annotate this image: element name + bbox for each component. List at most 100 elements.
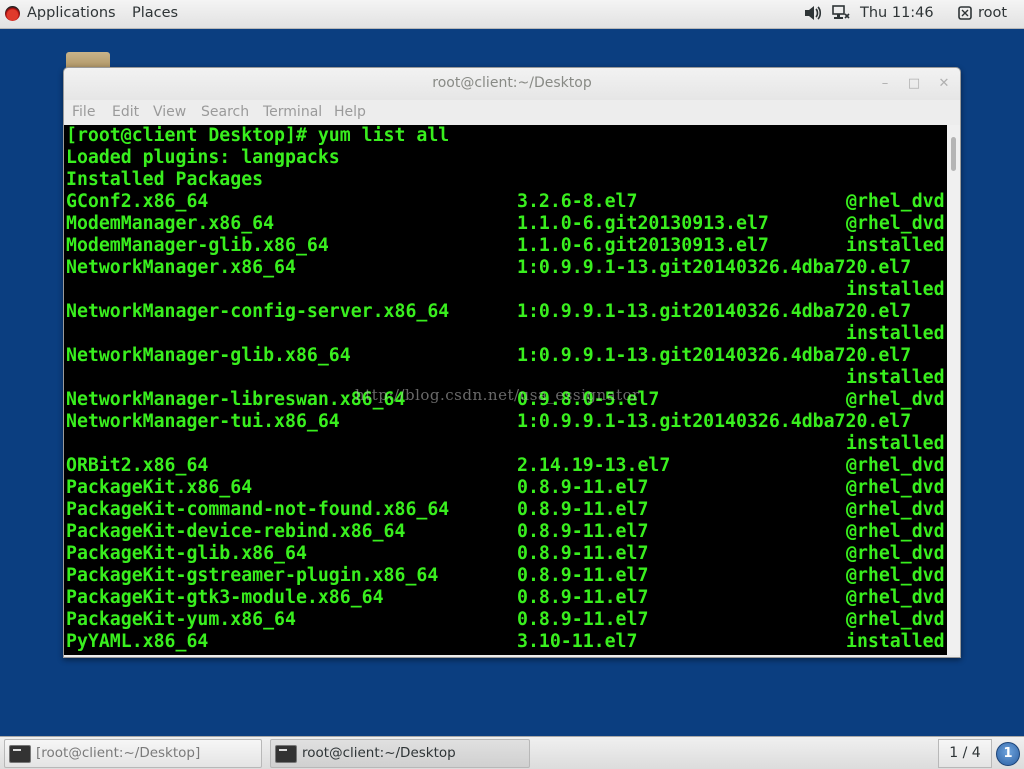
red-hat-logo-icon[interactable] bbox=[5, 6, 20, 21]
package-name: PackageKit.x86_64 bbox=[66, 477, 253, 498]
package-row: ModemManager-glib.x86_64 1.1.0-6.git20130… bbox=[64, 235, 947, 257]
package-repo: installed bbox=[846, 279, 945, 300]
package-row: ModemManager.x86_64 1.1.0-6.git20130913.e… bbox=[64, 213, 947, 235]
package-repo: installed bbox=[846, 433, 945, 454]
package-repo: installed bbox=[846, 235, 945, 256]
package-version: 3.2.6-8.el7 bbox=[517, 191, 638, 212]
package-version: 2.14.19-13.el7 bbox=[517, 455, 671, 476]
menu-search[interactable]: Search bbox=[201, 104, 249, 120]
package-name: ORBit2.x86_64 bbox=[66, 455, 209, 476]
package-name: PackageKit-gstreamer-plugin.x86_64 bbox=[66, 565, 439, 586]
package-repo: @rhel_dvd bbox=[846, 191, 945, 212]
package-row: PyYAML.x86_64 3.10-11.el7 installed bbox=[64, 631, 947, 653]
package-repo: installed bbox=[846, 367, 945, 388]
package-name: GConf2.x86_64 bbox=[66, 191, 209, 212]
output-text: Installed Packages bbox=[66, 169, 264, 190]
minimize-button[interactable]: – bbox=[877, 76, 893, 92]
package-name: NetworkManager-tui.x86_64 bbox=[66, 411, 340, 432]
network-icon[interactable] bbox=[832, 5, 850, 21]
package-repo: @rhel_dvd bbox=[846, 609, 945, 630]
package-row: PackageKit.x86_64 0.8.9-11.el7 @rhel_dvd bbox=[64, 477, 947, 499]
package-name: PackageKit-yum.x86_64 bbox=[66, 609, 296, 630]
scrollbar[interactable] bbox=[947, 125, 960, 655]
package-row: PackageKit-command-not-found.x86_64 0.8.9… bbox=[64, 499, 947, 521]
package-name: NetworkManager-config-server.x86_64 bbox=[66, 301, 450, 322]
close-button[interactable]: ✕ bbox=[936, 76, 952, 92]
menu-bar: File Edit View Search Terminal Help bbox=[64, 100, 960, 125]
package-version: 3.10-11.el7 bbox=[517, 631, 638, 652]
applications-menu[interactable]: Applications bbox=[27, 5, 116, 21]
package-row: PackageKit-glib.x86_64 0.8.9-11.el7 @rhel_… bbox=[64, 543, 947, 565]
package-row: PackageKit-gstreamer-plugin.x86_64 0.8.9-… bbox=[64, 565, 947, 587]
package-row: installed bbox=[64, 433, 947, 455]
watermark: http://blog.csdn.net/usa_essignator bbox=[355, 386, 640, 404]
top-panel: Applications Places Thu 11:46 root bbox=[0, 0, 1024, 29]
scrollbar-thumb[interactable] bbox=[951, 137, 956, 171]
package-row: GConf2.x86_64 3.2.6-8.el7 @rhel_dvd bbox=[64, 191, 947, 213]
package-version: 0.8.9-11.el7 bbox=[517, 609, 649, 630]
package-repo: @rhel_dvd bbox=[846, 543, 945, 564]
title-bar[interactable]: root@client:~/Desktop – □ ✕ bbox=[64, 68, 960, 100]
package-name: PackageKit-glib.x86_64 bbox=[66, 543, 307, 564]
user-menu[interactable]: root bbox=[978, 5, 1007, 21]
package-row: installed bbox=[64, 323, 947, 345]
package-repo: @rhel_dvd bbox=[846, 213, 945, 234]
workspace-switcher[interactable]: 1 / 4 bbox=[938, 739, 992, 768]
package-version: 0.8.9-11.el7 bbox=[517, 565, 649, 586]
taskbar-window-button-active[interactable]: root@client:~/Desktop bbox=[270, 739, 530, 768]
menu-file[interactable]: File bbox=[72, 104, 95, 120]
package-row: NetworkManager-config-server.x86_64 1:0.9… bbox=[64, 301, 947, 323]
package-version: 1.1.0-6.git20130913.el7 bbox=[517, 213, 769, 234]
package-row: NetworkManager-tui.x86_64 1:0.9.9.1-13.gi… bbox=[64, 411, 947, 433]
places-menu[interactable]: Places bbox=[132, 5, 178, 21]
terminal-icon bbox=[9, 745, 31, 763]
package-row: PackageKit-gtk3-module.x86_64 0.8.9-11.el… bbox=[64, 587, 947, 609]
menu-terminal[interactable]: Terminal bbox=[263, 104, 322, 120]
package-version: 1:0.9.9.1-13.git20140326.4dba720.el7 bbox=[517, 411, 912, 432]
package-version: 1:0.9.9.1-13.git20140326.4dba720.el7 bbox=[517, 345, 912, 366]
maximize-button[interactable]: □ bbox=[906, 76, 922, 92]
package-name: NetworkManager-glib.x86_64 bbox=[66, 345, 351, 366]
package-version: 0.8.9-11.el7 bbox=[517, 499, 649, 520]
package-version: 1:0.9.9.1-13.git20140326.4dba720.el7 bbox=[517, 257, 912, 278]
package-row: NetworkManager.x86_64 1:0.9.9.1-13.git201… bbox=[64, 257, 947, 279]
package-name: NetworkManager.x86_64 bbox=[66, 257, 296, 278]
package-version: 1.1.0-6.git20130913.el7 bbox=[517, 235, 769, 256]
clock[interactable]: Thu 11:46 bbox=[860, 5, 934, 21]
package-name: PyYAML.x86_64 bbox=[66, 631, 209, 652]
package-version: 0.8.9-11.el7 bbox=[517, 587, 649, 608]
package-row: PackageKit-device-rebind.x86_64 0.8.9-11.… bbox=[64, 521, 947, 543]
terminal-icon bbox=[275, 745, 297, 763]
taskbar-window-label: root@client:~/Desktop bbox=[302, 745, 456, 761]
terminal-line: Loaded plugins: langpacks bbox=[64, 147, 947, 169]
volume-icon[interactable] bbox=[804, 5, 822, 21]
notification-icon[interactable]: 1 bbox=[996, 742, 1020, 766]
package-name: PackageKit-command-not-found.x86_64 bbox=[66, 499, 450, 520]
package-name: ModemManager-glib.x86_64 bbox=[66, 235, 329, 256]
menu-edit[interactable]: Edit bbox=[112, 104, 139, 120]
package-row: installed bbox=[64, 279, 947, 301]
package-version: 0.8.9-11.el7 bbox=[517, 543, 649, 564]
package-row: NetworkManager-glib.x86_64 1:0.9.9.1-13.g… bbox=[64, 345, 947, 367]
window-title: root@client:~/Desktop bbox=[432, 75, 592, 91]
taskbar-window-label: [root@client:~/Desktop] bbox=[36, 745, 201, 761]
taskbar: [root@client:~/Desktop] root@client:~/De… bbox=[0, 736, 1024, 769]
package-repo: installed bbox=[846, 631, 945, 652]
package-version: 0.8.9-11.el7 bbox=[517, 521, 649, 542]
menu-help[interactable]: Help bbox=[334, 104, 366, 120]
package-version: 1:0.9.9.1-13.git20140326.4dba720.el7 bbox=[517, 301, 912, 322]
menu-view[interactable]: View bbox=[153, 104, 186, 120]
package-repo: @rhel_dvd bbox=[846, 477, 945, 498]
command-prompt: [root@client Desktop]# yum list all bbox=[66, 125, 450, 146]
package-name: PackageKit-gtk3-module.x86_64 bbox=[66, 587, 384, 608]
package-repo: @rhel_dvd bbox=[846, 499, 945, 520]
package-repo: @rhel_dvd bbox=[846, 521, 945, 542]
package-version: 0.8.9-11.el7 bbox=[517, 477, 649, 498]
user-icon[interactable] bbox=[958, 6, 972, 20]
terminal-line: Installed Packages bbox=[64, 169, 947, 191]
package-row: PackageKit-yum.x86_64 0.8.9-11.el7 @rhel_d… bbox=[64, 609, 947, 631]
package-repo: installed bbox=[846, 323, 945, 344]
output-text: Loaded plugins: langpacks bbox=[66, 147, 340, 168]
terminal-window: root@client:~/Desktop – □ ✕ File Edit Vi… bbox=[63, 67, 961, 658]
taskbar-window-button[interactable]: [root@client:~/Desktop] bbox=[4, 739, 262, 768]
